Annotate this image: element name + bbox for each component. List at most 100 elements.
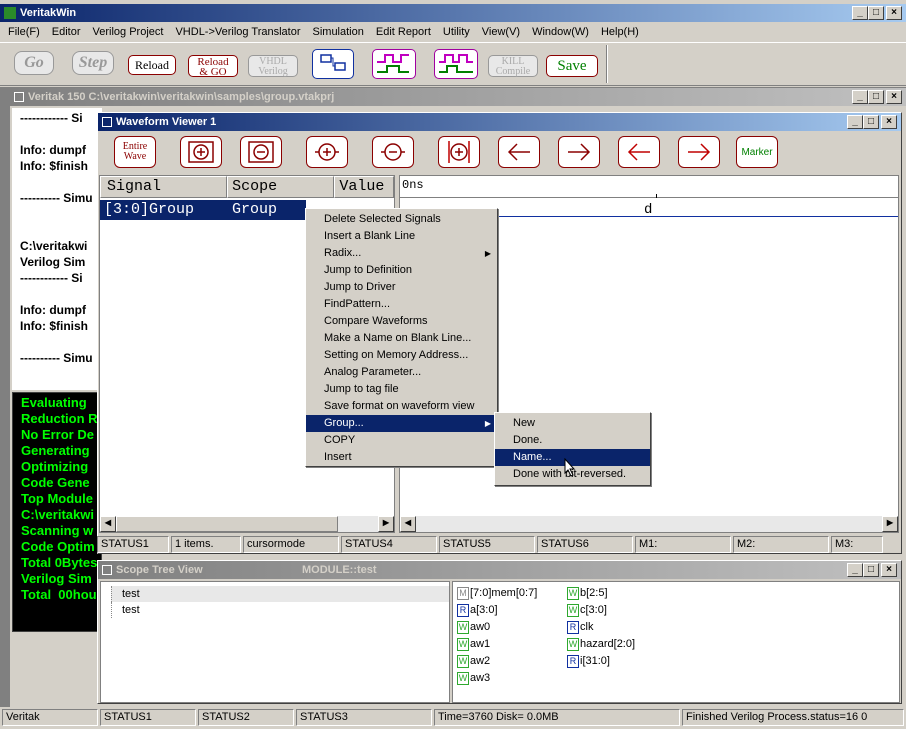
- minimize-icon[interactable]: _: [852, 6, 868, 20]
- col-scope-header[interactable]: Scope: [227, 176, 335, 198]
- signal-hscroll[interactable]: ◀ ▶: [100, 516, 394, 532]
- step-button[interactable]: Step: [72, 51, 114, 75]
- scroll-thumb[interactable]: [116, 516, 338, 532]
- zoom-in-button[interactable]: [180, 136, 222, 168]
- log-line: Total 00hou: [21, 587, 97, 602]
- context-menu-item[interactable]: Group... ▶: [306, 415, 497, 432]
- context-menu-item[interactable]: Analog Parameter...: [306, 364, 497, 381]
- context-menu-item[interactable]: Delete Selected Signals: [306, 211, 497, 228]
- context-menu-item[interactable]: Radix... ▶: [306, 245, 497, 262]
- scroll-right-icon[interactable]: ▶: [882, 516, 898, 532]
- signal-item[interactable]: Wc[3:0]: [567, 602, 635, 619]
- menu-view-v[interactable]: View(V): [476, 26, 526, 38]
- minimize-icon[interactable]: _: [847, 115, 863, 129]
- zoom-cursor-icon: [448, 141, 470, 163]
- signal-item[interactable]: Wb[2:5]: [567, 585, 635, 602]
- scroll-left-icon[interactable]: ◀: [100, 516, 116, 532]
- compile-log[interactable]: Evaluating Reduction R No Error De Generati…: [12, 392, 102, 632]
- close-icon[interactable]: ×: [886, 6, 902, 20]
- menu-edit-report[interactable]: Edit Report: [370, 26, 437, 38]
- marker-button[interactable]: Marker: [736, 136, 778, 168]
- scroll-right-icon[interactable]: ▶: [378, 516, 394, 532]
- signal-row[interactable]: [3:0]Group Group: [100, 200, 306, 220]
- wire-icon: W: [457, 621, 469, 634]
- menu-help-h[interactable]: Help(H): [595, 26, 645, 38]
- submenu-item[interactable]: Done.: [495, 432, 650, 449]
- submenu-item[interactable]: New: [495, 415, 650, 432]
- signal-item[interactable]: Rclk: [567, 619, 635, 636]
- menu-simulation[interactable]: Simulation: [307, 26, 370, 38]
- context-menu-item[interactable]: Compare Waveforms: [306, 313, 497, 330]
- context-menu-item[interactable]: Insert a Blank Line: [306, 228, 497, 245]
- tree-node[interactable]: test: [111, 602, 449, 618]
- status-cell: STATUS1: [100, 709, 196, 726]
- context-menu-item[interactable]: Jump to tag file: [306, 381, 497, 398]
- menu-utility[interactable]: Utility: [437, 26, 476, 38]
- close-icon[interactable]: ×: [881, 115, 897, 129]
- minimize-icon[interactable]: _: [847, 563, 863, 577]
- close-icon[interactable]: ×: [881, 563, 897, 577]
- context-menu-item[interactable]: Setting on Memory Address...: [306, 347, 497, 364]
- menu-editor[interactable]: Editor: [46, 26, 87, 38]
- menu-vhdl-verilog-translator[interactable]: VHDL->Verilog Translator: [169, 26, 306, 38]
- hierarchy-button[interactable]: [312, 49, 354, 79]
- menu-file-f[interactable]: File(F): [2, 26, 46, 38]
- context-menu-item[interactable]: Insert: [306, 449, 497, 466]
- signal-item[interactable]: Waw0: [457, 619, 537, 636]
- prev-edge-button[interactable]: [618, 136, 660, 168]
- menu-verilog-project[interactable]: Verilog Project: [87, 26, 170, 38]
- wave-hscroll[interactable]: ◀ ▶: [400, 516, 898, 532]
- context-menu-item[interactable]: Jump to Driver: [306, 279, 497, 296]
- reload-button[interactable]: Reload: [128, 55, 176, 75]
- wire-icon: W: [457, 655, 469, 668]
- scope-tree[interactable]: test test: [100, 581, 450, 703]
- scope-signals[interactable]: M [7:0]mem[0:7] Ra[3:0] Waw0 Waw1 Waw2 Waw3 Wb…: [452, 581, 900, 703]
- verilog-label: Verilog: [258, 66, 288, 77]
- save-button[interactable]: Save: [546, 55, 598, 77]
- zoom-out-button[interactable]: [240, 136, 282, 168]
- go-button[interactable]: Go: [14, 51, 54, 75]
- signal-item[interactable]: Whazard[2:0]: [567, 636, 635, 653]
- menu-item-label: Group...: [324, 417, 364, 429]
- context-menu-item[interactable]: Jump to Definition: [306, 262, 497, 279]
- zoom-in-center-button[interactable]: [306, 136, 348, 168]
- scroll-right-button[interactable]: [558, 136, 600, 168]
- maximize-icon[interactable]: □: [863, 115, 879, 129]
- vhdl-verilog-button[interactable]: VHDL Verilog: [248, 55, 298, 77]
- entire-wave-button[interactable]: Entire Wave: [114, 136, 156, 168]
- col-value-header[interactable]: Value: [334, 176, 394, 198]
- tree-node[interactable]: test: [111, 586, 449, 602]
- menu-window-w[interactable]: Window(W): [526, 26, 595, 38]
- maximize-icon[interactable]: □: [863, 563, 879, 577]
- kill-compile-button[interactable]: KILL Compile: [488, 55, 538, 77]
- close-icon[interactable]: ×: [886, 90, 902, 104]
- signal-item[interactable]: Waw3: [457, 670, 537, 687]
- reload-go-button[interactable]: Reload & GO: [188, 55, 238, 78]
- signal-item-label: [7:0]mem[0:7]: [470, 587, 538, 599]
- console-output[interactable]: ------------ Si Info: dumpf Info: $finish -…: [12, 108, 102, 390]
- minimize-icon[interactable]: _: [852, 90, 868, 104]
- col-signal-header[interactable]: Signal: [100, 176, 228, 198]
- wave-button-2[interactable]: [434, 49, 478, 79]
- maximize-icon[interactable]: □: [868, 90, 884, 104]
- context-menu-item[interactable]: Save format on waveform view: [306, 398, 497, 415]
- signal-item[interactable]: Waw1: [457, 636, 537, 653]
- context-menu-item[interactable]: COPY: [306, 432, 497, 449]
- maximize-icon[interactable]: □: [868, 6, 884, 20]
- signal-item[interactable]: Ra[3:0]: [457, 602, 537, 619]
- next-edge-button[interactable]: [678, 136, 720, 168]
- wave-button-1[interactable]: [372, 49, 416, 79]
- signal-item[interactable]: Waw2: [457, 653, 537, 670]
- wire-icon: W: [567, 638, 579, 651]
- zoom-cursor-button[interactable]: [438, 136, 480, 168]
- signal-item[interactable]: M [7:0]mem[0:7]: [457, 585, 537, 602]
- scroll-left-button[interactable]: [498, 136, 540, 168]
- signal-item[interactable]: Ri[31:0]: [567, 653, 635, 670]
- zoom-out-center-button[interactable]: [372, 136, 414, 168]
- wave-label: Wave: [123, 151, 147, 162]
- scroll-left-icon[interactable]: ◀: [400, 516, 416, 532]
- menu-item-label: Analog Parameter...: [324, 366, 422, 378]
- context-menu-item[interactable]: FindPattern...: [306, 296, 497, 313]
- context-menu-item[interactable]: Make a Name on Blank Line...: [306, 330, 497, 347]
